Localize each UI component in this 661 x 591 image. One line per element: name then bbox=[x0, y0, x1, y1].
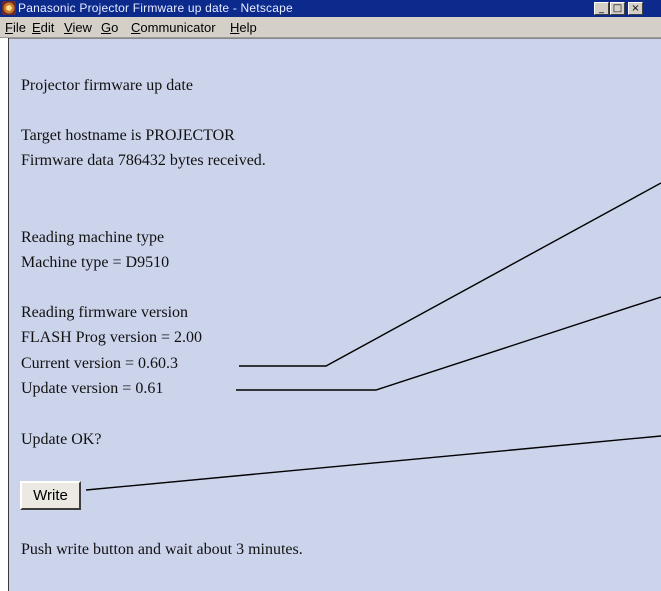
callout-line-current-version bbox=[239, 182, 661, 367]
callout-line-update-version bbox=[236, 296, 661, 391]
callout-line-write-button bbox=[85, 435, 661, 491]
callout-lines bbox=[85, 182, 661, 491]
